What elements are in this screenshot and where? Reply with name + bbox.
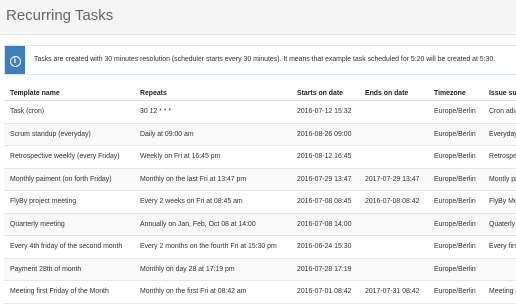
col-repeats-cell: Annually on Jan, Feb, Oct 08 at 14:00: [134, 213, 291, 236]
table-row[interactable]: Payment 28th of month Monthly on day 28 a…: [4, 258, 516, 281]
col-template-name-cell[interactable]: Meeting first Friday of the Month: [4, 280, 134, 304]
col-ends-on-cell: 2017-07-31 08:42: [359, 280, 428, 304]
col-ends-on-cell: 2016-07-08 08:42: [359, 190, 428, 214]
col-timezone-cell: Europe/Berlin: [428, 280, 483, 304]
col-timezone-cell: Europe/Berlin: [428, 213, 483, 236]
col-repeats-cell: Weekly on Fri at 16:45 pm: [134, 145, 291, 169]
col-template-name-cell[interactable]: Task (cron): [4, 100, 134, 124]
col-repeats-cell: Monthly on the last Fri at 13:47 pm: [134, 168, 291, 191]
col-timezone-cell: Europe/Berlin: [428, 145, 483, 169]
page-title: Recurring Tasks: [6, 7, 114, 24]
table-row[interactable]: Task (cron) 30 12 * * * 2016-07-12 15:32 Eu…: [4, 100, 516, 124]
info-notice: i Tasks are created with 30 minutes reso…: [4, 45, 516, 75]
col-repeats-cell: 30 12 * * *: [134, 100, 291, 124]
table-row[interactable]: Retrospective weekly (every Friday) Weekl…: [4, 145, 516, 169]
col-starts-on-cell: 2016-07-08 08:45: [291, 190, 359, 214]
col-timezone-cell: Europe/Berlin: [428, 190, 483, 214]
table-row[interactable]: FlyBy project meeting Every 2 weeks on Fr…: [4, 190, 516, 214]
col-ends-on-header[interactable]: Ends on date: [359, 86, 428, 101]
col-template-name-cell[interactable]: Retrospective weekly (every Friday): [4, 145, 134, 169]
col-timezone-cell: Europe/Berlin: [428, 168, 483, 191]
col-template-name-cell[interactable]: FlyBy project meeting: [4, 190, 134, 214]
col-issue-subject-cell: [483, 258, 516, 281]
col-timezone-header[interactable]: Timezone: [428, 86, 483, 101]
col-ends-on-cell: 2017-07-29 13:47: [359, 168, 428, 191]
col-starts-on-cell: 2016-07-01 08:42: [291, 280, 359, 304]
table-row[interactable]: Monthly paiment (on forth Friday) Monthly…: [4, 168, 516, 191]
info-icon: i: [9, 55, 21, 67]
col-ends-on-cell: [359, 100, 428, 124]
col-template-name-cell[interactable]: Every 4th friday of the second month: [4, 235, 134, 259]
col-repeats-cell: Monthly on the first Fri at 08:42 am: [134, 280, 291, 304]
col-issue-subject-cell: Meeting (f: [483, 280, 516, 304]
col-issue-subject-cell: Retrospe: [483, 145, 516, 169]
col-ends-on-cell: [359, 145, 428, 169]
col-issue-subject-cell: Cron adv: [483, 100, 516, 124]
col-repeats-cell: Every 2 months on the fourth Fri at 15:3…: [134, 235, 291, 259]
table-row[interactable]: Quarterly meeting Annually on Jan, Feb, O…: [4, 213, 516, 236]
col-timezone-cell: Europe/Berlin: [428, 235, 483, 259]
col-template-name-cell[interactable]: Monthly paiment (on forth Friday): [4, 168, 134, 191]
col-starts-on-cell: 2016-08-26 09:00: [291, 123, 359, 146]
notice-icon-box: i: [5, 46, 25, 74]
col-timezone-cell: Europe/Berlin: [428, 258, 483, 281]
title-bar: Recurring Tasks: [0, 0, 516, 35]
col-starts-on-cell: 2016-07-12 15:32: [291, 100, 359, 124]
col-issue-subject-cell: Montly pa: [483, 168, 516, 191]
notice-text: Tasks are created with 30 minutes resolu…: [34, 56, 496, 63]
col-template-name-cell[interactable]: Quarterly meeting: [4, 213, 134, 236]
col-ends-on-cell: [359, 123, 428, 146]
col-repeats-header[interactable]: Repeats: [134, 86, 291, 101]
col-issue-subject-cell: FlyBy Me: [483, 190, 516, 214]
col-timezone-cell: Europe/Berlin: [428, 100, 483, 124]
table-row[interactable]: Meeting first Friday of the Month Monthly…: [4, 280, 516, 304]
col-template-name-cell[interactable]: Payment 28th of month: [4, 258, 134, 281]
table-row[interactable]: Every 4th friday of the second month Ever…: [4, 235, 516, 259]
col-ends-on-cell: [359, 213, 428, 236]
col-timezone-cell: Europe/Berlin: [428, 123, 483, 146]
tasks-table: Template name Repeats Starts on date Ends o…: [4, 86, 516, 304]
col-issue-subject-cell: Every firs: [483, 235, 516, 259]
table-row[interactable]: Scrum standup (everyday) Daily at 09:00 a…: [4, 123, 516, 146]
col-ends-on-cell: [359, 235, 428, 259]
col-starts-on-header[interactable]: Starts on date: [291, 86, 359, 101]
table-body: Task (cron) 30 12 * * * 2016-07-12 15:32 Eu…: [4, 100, 516, 304]
col-issue-subject-cell: Everyday: [483, 123, 516, 146]
table-header-row: Template name Repeats Starts on date Ends o…: [4, 86, 516, 101]
col-starts-on-cell: 2016-07-28 17:19: [291, 258, 359, 281]
col-starts-on-cell: 2016-08-12 16:45: [291, 145, 359, 169]
col-starts-on-cell: 2016-07-29 13:47: [291, 168, 359, 191]
col-repeats-cell: Monthly on day 28 at 17:19 pm: [134, 258, 291, 281]
col-repeats-cell: Daily at 09:00 am: [134, 123, 291, 146]
col-template-name-cell[interactable]: Scrum standup (everyday): [4, 123, 134, 146]
col-repeats-cell: Every 2 weeks on Fri at 08:45 am: [134, 190, 291, 214]
col-starts-on-cell: 2016-06-24 15:30: [291, 235, 359, 259]
col-template-name-header[interactable]: Template name: [4, 86, 134, 101]
col-starts-on-cell: 2016-07-08 14:00: [291, 213, 359, 236]
col-ends-on-cell: [359, 258, 428, 281]
page: Recurring Tasks i Tasks are created with…: [0, 0, 516, 308]
col-issue-subject-header[interactable]: Issue su: [483, 86, 516, 101]
col-issue-subject-cell: Quaterly: [483, 213, 516, 236]
